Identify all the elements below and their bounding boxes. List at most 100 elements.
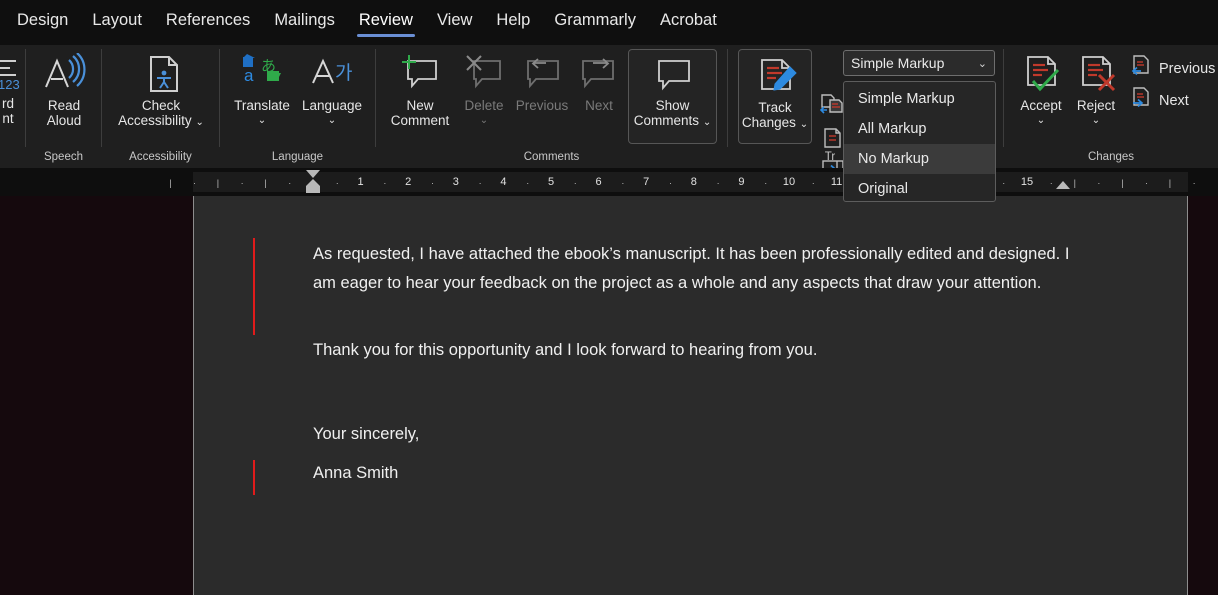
group-separator xyxy=(101,49,102,147)
ruler-number: 3 xyxy=(452,176,459,188)
word-count-label-1: rd xyxy=(1,96,14,111)
chevron-down-icon[interactable]: ⌄ xyxy=(296,113,368,128)
first-line-indent-marker[interactable] xyxy=(306,170,320,178)
ruler-tick: · xyxy=(1002,178,1006,188)
next-change-icon xyxy=(1131,87,1153,114)
tab-acrobat[interactable]: Acrobat xyxy=(648,7,729,39)
left-indent-marker[interactable] xyxy=(306,186,320,193)
dropdown-option-all-markup[interactable]: All Markup xyxy=(844,114,995,144)
language-label: Language xyxy=(301,98,363,113)
ruler-number: 4 xyxy=(500,176,507,188)
document-page[interactable]: As requested, I have attached the ebook’… xyxy=(193,196,1188,595)
ruler-number: 10 xyxy=(782,176,796,188)
accept-button[interactable]: Accept ⌄ xyxy=(1010,53,1072,128)
chevron-down-icon[interactable]: ⌄ xyxy=(1010,113,1072,128)
chevron-down-icon[interactable]: ⌄ xyxy=(1065,113,1127,128)
tab-layout[interactable]: Layout xyxy=(80,7,154,39)
previous-change-icon xyxy=(1131,55,1153,82)
ruler-tick: · xyxy=(669,178,672,188)
language-icon: 가 xyxy=(296,53,368,98)
check-accessibility-label-2: Accessibility ⌄ xyxy=(107,113,215,130)
svg-text:a: a xyxy=(244,66,254,85)
accessibility-icon xyxy=(107,53,215,98)
word-count-button[interactable]: 123 rd nt xyxy=(0,53,30,126)
next-comment-icon xyxy=(575,53,623,98)
tab-grammarly[interactable]: Grammarly xyxy=(542,7,648,39)
ruler-number: 2 xyxy=(405,176,412,188)
tab-references[interactable]: References xyxy=(154,7,262,39)
svg-text:123: 123 xyxy=(0,77,20,92)
next-change-button[interactable]: Next xyxy=(1131,87,1189,114)
check-accessibility-text: Accessibility xyxy=(118,113,192,128)
change-bar xyxy=(253,460,255,495)
display-for-review-value: Simple Markup xyxy=(851,55,945,71)
show-comments-icon xyxy=(629,55,716,98)
ruler-tick: | xyxy=(1168,178,1172,188)
check-accessibility-button[interactable]: Check Accessibility ⌄ xyxy=(107,53,215,130)
track-changes-button[interactable]: Track Changes ⌄ xyxy=(738,49,812,144)
track-changes-text: Changes xyxy=(741,115,796,130)
language-button[interactable]: 가 Language ⌄ xyxy=(296,53,368,128)
ruler-tick: · xyxy=(1192,178,1196,188)
group-label-comments: Comments xyxy=(523,151,580,163)
new-comment-button[interactable]: New Comment xyxy=(383,53,457,128)
show-comments-button[interactable]: Show Comments ⌄ xyxy=(628,49,717,144)
chevron-down-icon[interactable]: ⌄ xyxy=(703,117,711,128)
translate-label: Translate xyxy=(234,98,290,113)
ruler-tick: · xyxy=(240,178,244,188)
chevron-down-icon[interactable]: ⌄ xyxy=(195,117,203,128)
translate-button[interactable]: a あ Translate ⌄ xyxy=(226,53,298,128)
tab-view[interactable]: View xyxy=(425,7,484,39)
tab-review[interactable]: Review xyxy=(347,7,425,39)
horizontal-ruler[interactable]: | · | · | · · 1 · 2 · 3 · 4 · 5 · 6 · 7 · 8 · 9 · 10 · 11 · | · | · | · 15 ·… xyxy=(0,168,1218,196)
dropdown-option-no-markup[interactable]: No Markup xyxy=(844,144,995,174)
read-aloud-icon xyxy=(33,52,95,98)
delete-comment-button[interactable]: Delete ⌄ xyxy=(456,53,512,128)
right-indent-marker[interactable] xyxy=(1056,181,1070,189)
previous-comment-label: Previous xyxy=(515,98,569,113)
chevron-down-icon[interactable]: ⌄ xyxy=(456,113,512,128)
group-label-speech: Speech xyxy=(43,151,83,163)
next-comment-button[interactable]: Next xyxy=(575,53,623,113)
read-aloud-button[interactable]: Read Aloud xyxy=(33,52,95,128)
document-paragraph[interactable]: As requested, I have attached the ebook’… xyxy=(313,240,1073,298)
show-markup-button[interactable] xyxy=(819,93,844,120)
dropdown-option-original[interactable]: Original xyxy=(844,174,995,204)
group-label-accessibility: Accessibility xyxy=(129,151,192,163)
previous-comment-button[interactable]: Previous xyxy=(511,53,573,113)
display-for-review-combobox[interactable]: Simple Markup ⌄ xyxy=(843,50,995,76)
track-changes-label-1: Track xyxy=(758,100,792,115)
chevron-down-icon[interactable]: ⌄ xyxy=(800,119,808,130)
document-paragraph[interactable]: Your sincerely, xyxy=(313,420,713,449)
chevron-down-icon[interactable]: ⌄ xyxy=(226,113,298,128)
document-paragraph[interactable]: Anna Smith xyxy=(313,459,713,488)
chevron-down-icon[interactable]: ⌄ xyxy=(978,57,990,70)
group-separator xyxy=(219,49,220,147)
track-changes-label-2: Changes ⌄ xyxy=(739,115,811,132)
accept-label: Accept xyxy=(1020,98,1062,113)
tab-help[interactable]: Help xyxy=(484,7,542,39)
tab-mailings[interactable]: Mailings xyxy=(262,7,347,39)
dropdown-option-simple-markup[interactable]: Simple Markup xyxy=(844,84,995,114)
ruler-number: 1 xyxy=(357,176,364,188)
ruler-tick: · xyxy=(621,178,625,188)
ruler-tick: · xyxy=(526,178,530,188)
ribbon: 123 rd nt Read Aloud Check Accessibility… xyxy=(0,45,1218,206)
reject-button[interactable]: Reject ⌄ xyxy=(1065,53,1127,128)
change-bar xyxy=(253,238,255,335)
display-for-review-dropdown[interactable]: Simple Markup All Markup No Markup Origi… xyxy=(843,81,996,202)
ruler-tick: · xyxy=(383,178,387,188)
document-canvas[interactable]: As requested, I have attached the ebook’… xyxy=(0,196,1218,595)
ruler-tick: · xyxy=(431,178,434,188)
delete-comment-icon xyxy=(456,53,512,98)
hanging-indent-marker[interactable] xyxy=(306,179,320,186)
ribbon-tab-bar: Design Layout References Mailings Review… xyxy=(0,0,1218,45)
document-paragraph[interactable]: Thank you for this opportunity and I loo… xyxy=(313,336,1093,365)
previous-change-button[interactable]: Previous xyxy=(1131,55,1215,82)
ruler-tick: · xyxy=(716,178,720,188)
ruler-tick: | xyxy=(1073,178,1076,188)
ruler-number: 5 xyxy=(547,176,555,188)
translate-icon: a あ xyxy=(226,53,298,98)
tab-design[interactable]: Design xyxy=(5,7,80,39)
reject-label: Reject xyxy=(1076,98,1116,113)
